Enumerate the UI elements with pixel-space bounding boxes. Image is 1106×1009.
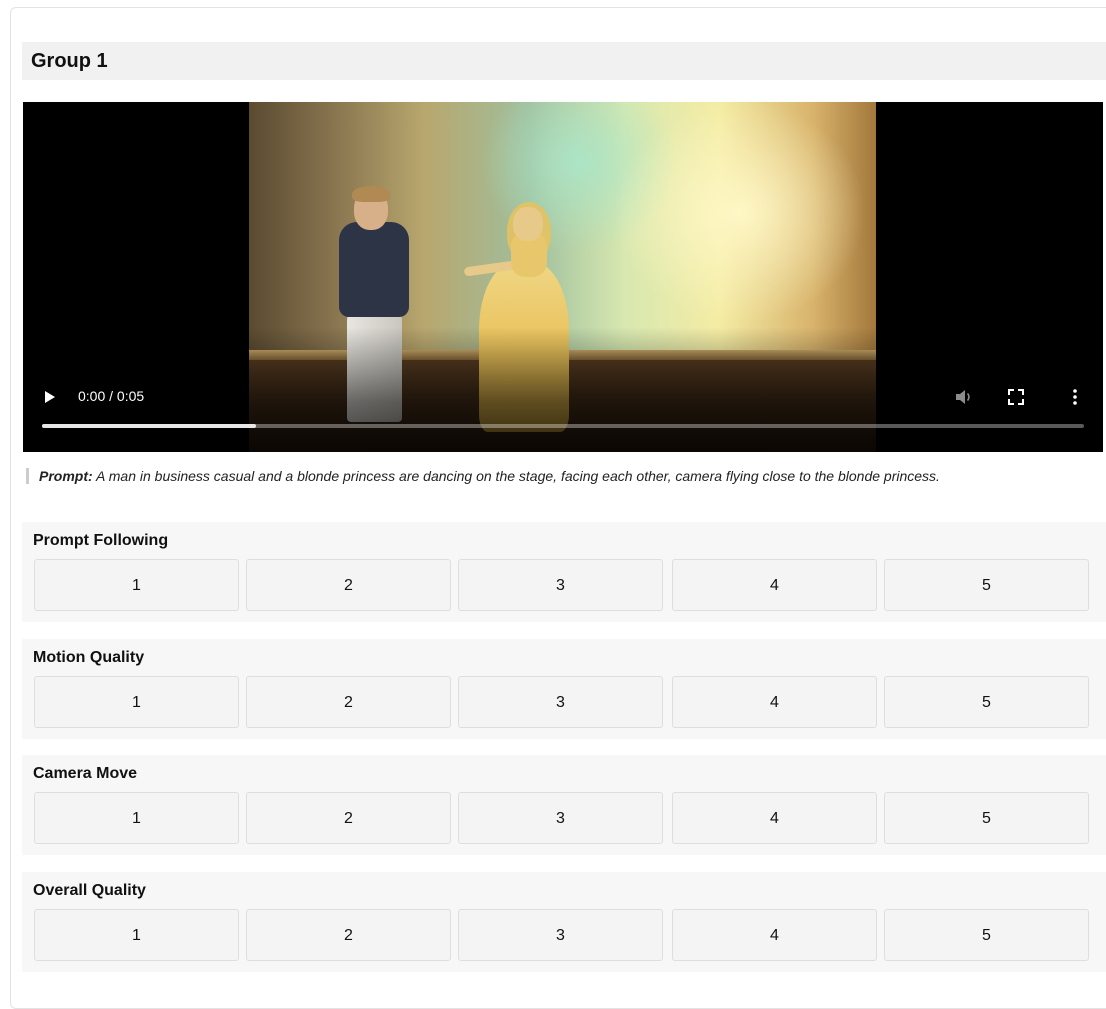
- rating-button-1[interactable]: 1: [34, 676, 239, 728]
- rating-label: Motion Quality: [33, 649, 145, 666]
- more-options-icon[interactable]: [1070, 387, 1080, 407]
- rating-button-3[interactable]: 3: [458, 676, 663, 728]
- progress-bar[interactable]: [42, 424, 1084, 428]
- prompt-text: Prompt: A man in business casual and a b…: [26, 468, 1084, 484]
- rating-button-5[interactable]: 5: [884, 676, 1089, 728]
- rating-button-3[interactable]: 3: [458, 792, 663, 844]
- man-hair: [352, 186, 390, 202]
- prompt-body: A man in business casual and a blonde pr…: [96, 468, 940, 484]
- rating-section-prompt-following: Prompt Following 1 2 3 4 5: [22, 522, 1106, 622]
- rating-label: Camera Move: [33, 765, 138, 782]
- rating-button-1[interactable]: 1: [34, 909, 239, 961]
- volume-icon[interactable]: [955, 389, 973, 405]
- rating-button-4[interactable]: 4: [672, 559, 877, 611]
- rating-button-3[interactable]: 3: [458, 559, 663, 611]
- rating-button-2[interactable]: 2: [246, 676, 451, 728]
- group-title: Group 1: [31, 50, 108, 72]
- rating-label: Overall Quality: [33, 882, 146, 899]
- rating-button-1[interactable]: 1: [34, 559, 239, 611]
- group-header: Group 1: [22, 42, 1106, 80]
- play-icon[interactable]: [45, 391, 55, 403]
- video-player[interactable]: 0:00 / 0:05: [23, 102, 1103, 452]
- rating-button-5[interactable]: 5: [884, 559, 1089, 611]
- rating-button-2[interactable]: 2: [246, 909, 451, 961]
- rating-button-5[interactable]: 5: [884, 909, 1089, 961]
- fullscreen-icon[interactable]: [1008, 389, 1024, 405]
- man-figure: [339, 222, 409, 317]
- rating-button-4[interactable]: 4: [672, 792, 877, 844]
- progress-buffered: [42, 424, 256, 428]
- rating-section-overall-quality: Overall Quality 1 2 3 4 5: [22, 872, 1106, 972]
- rating-button-2[interactable]: 2: [246, 792, 451, 844]
- video-time: 0:00 / 0:05: [78, 388, 145, 404]
- rating-button-3[interactable]: 3: [458, 909, 663, 961]
- rating-button-4[interactable]: 4: [672, 909, 877, 961]
- prompt-label: Prompt:: [39, 468, 93, 484]
- rating-section-camera-move: Camera Move 1 2 3 4 5: [22, 755, 1106, 855]
- rating-button-4[interactable]: 4: [672, 676, 877, 728]
- rating-button-5[interactable]: 5: [884, 792, 1089, 844]
- rating-button-1[interactable]: 1: [34, 792, 239, 844]
- rating-section-motion-quality: Motion Quality 1 2 3 4 5: [22, 639, 1106, 739]
- rating-label: Prompt Following: [33, 532, 169, 549]
- controls-overlay: [23, 327, 1103, 452]
- rating-button-2[interactable]: 2: [246, 559, 451, 611]
- princess-head: [513, 207, 543, 241]
